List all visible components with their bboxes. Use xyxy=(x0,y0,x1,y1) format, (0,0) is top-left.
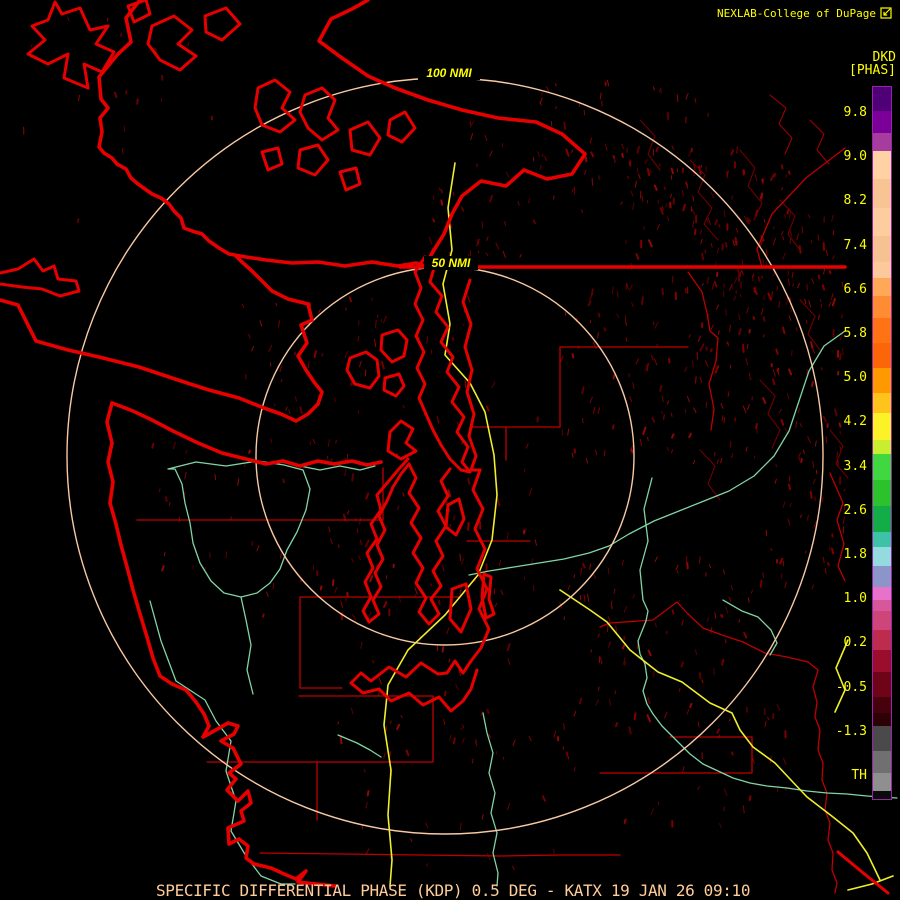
colorbar-segment xyxy=(873,87,891,112)
colorbar-segment xyxy=(873,566,891,588)
colorbar-segment xyxy=(873,368,891,394)
colorbar-tick-label: 0.2 xyxy=(843,635,867,651)
range-ring-label-inner: 50 NMI xyxy=(424,256,478,270)
colorbar-tick-label: 9.8 xyxy=(843,105,867,120)
colorbar-tick-label: 5.0 xyxy=(843,370,867,386)
colorbar-segment xyxy=(873,587,891,601)
colorbar-segment xyxy=(873,151,891,180)
colorbar-segment xyxy=(873,343,891,369)
product-units: [PHAS] xyxy=(849,63,896,78)
header-brand: NEXLAB-College of DuPage xyxy=(717,7,892,19)
range-ring-label-outer: 100 NMI xyxy=(418,66,480,80)
range-ring-100nmi xyxy=(66,77,824,835)
colorbar-tick-label: -1.3 xyxy=(835,723,867,739)
colorbar-segment xyxy=(873,453,891,480)
radar-echo-speckle-layer xyxy=(23,16,846,871)
colorbar-tick-label: 7.4 xyxy=(843,237,867,253)
colorbar-segment xyxy=(873,712,891,726)
colorbar-segment xyxy=(873,790,891,800)
colorbar-segment xyxy=(873,531,891,547)
colorbar-segment xyxy=(873,393,891,414)
colorbar-segment xyxy=(873,317,891,344)
colorbar-segment xyxy=(873,725,891,751)
colorbar-tick-label: 2.6 xyxy=(843,502,867,518)
colorbar xyxy=(872,86,892,800)
radar-screen: NEXLAB-College of DuPage DKD [PHAS] 100 … xyxy=(0,0,900,900)
colorbar-segment xyxy=(873,505,891,532)
coastline-layer xyxy=(0,0,890,895)
colorbar-tick-label: 6.6 xyxy=(843,281,867,297)
colorbar-segment xyxy=(873,295,891,318)
terrain-contour-layer xyxy=(639,94,849,501)
radar-map xyxy=(0,0,898,895)
colorbar-segment xyxy=(873,179,891,208)
colorbar-segment xyxy=(873,630,891,651)
colorbar-segment xyxy=(873,261,891,278)
colorbar-segment xyxy=(873,479,891,506)
colorbar-segment xyxy=(873,413,891,440)
colorbar-tick-label: TH xyxy=(851,768,867,783)
colorbar-segment xyxy=(873,111,891,134)
brand-text: NEXLAB-College of DuPage xyxy=(717,6,876,20)
colorbar-tick-label: -0.5 xyxy=(835,679,867,695)
status-bar: SPECIFIC DIFFERENTIAL PHASE (KDP) 0.5 DE… xyxy=(156,881,751,900)
colorbar-segment xyxy=(873,672,891,697)
range-rings xyxy=(66,77,824,835)
colorbar-segment xyxy=(873,750,891,773)
colorbar-segment xyxy=(873,772,891,791)
colorbar-segment xyxy=(873,611,891,631)
colorbar-segment xyxy=(873,277,891,296)
colorbar-tick-label: 8.2 xyxy=(843,193,867,209)
colorbar-tick-label: 1.0 xyxy=(843,591,867,607)
colorbar-segment xyxy=(873,600,891,612)
colorbar-segment xyxy=(873,696,891,713)
box-diagonal-icon xyxy=(880,7,892,19)
colorbar-tick-label: 9.0 xyxy=(843,149,867,165)
colorbar-segment xyxy=(873,650,891,673)
colorbar-segment xyxy=(873,133,891,152)
colorbar-segment xyxy=(873,546,891,567)
colorbar-segment xyxy=(873,207,891,236)
colorbar-tick-label: 4.2 xyxy=(843,414,867,430)
colorbar-tick-label: 5.8 xyxy=(843,326,867,341)
colorbar-segment xyxy=(873,439,891,454)
river-green-layer xyxy=(149,330,898,887)
colorbar-tick-label: 1.8 xyxy=(843,547,867,562)
colorbar-tick-label: 3.4 xyxy=(843,458,867,474)
colorbar-segment xyxy=(873,235,891,262)
